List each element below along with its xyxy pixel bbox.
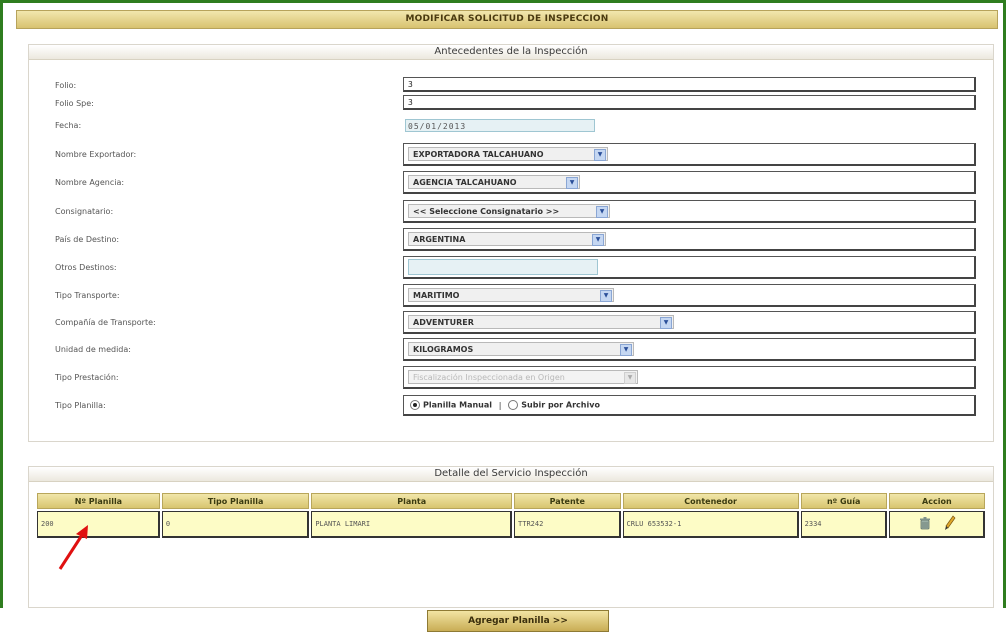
tipo-transporte-label: Tipo Transporte: [55,291,120,300]
fecha-input[interactable]: 05/01/2013 [405,119,595,132]
chevron-down-icon[interactable]: ▼ [596,206,608,218]
cell-accion [888,511,985,538]
chevron-down-icon[interactable]: ▼ [660,317,672,329]
table-row: 200 0 PLANTA LIMARI TTR242 CRLU 653532-1… [37,511,985,538]
compania-transporte-select[interactable]: ADVENTURER ▼ [408,315,674,329]
folio-field[interactable]: 3 [403,77,976,92]
cell-planta: PLANTA LIMARI [311,511,513,538]
col-header: Planta [311,493,513,509]
unidad-medida-select[interactable]: KILOGRAMOS ▼ [408,342,634,356]
subir-archivo-label[interactable]: Subir por Archivo [521,401,600,410]
cell-guia: 2334 [800,511,887,538]
chevron-down-icon[interactable]: ▼ [592,234,604,246]
otros-destinos-label: Otros Destinos: [55,263,117,272]
pais-destino-label: País de Destino: [55,235,120,244]
exportador-select[interactable]: EXPORTADORA TALCAHUANO ▼ [408,147,608,161]
tipo-prestacion-label: Tipo Prestación: [55,373,119,382]
tipo-prestacion-selected: Fiscalización Inspeccionada en Origen [413,373,565,382]
agencia-box: AGENCIA TALCAHUANO ▼ [403,171,976,194]
consignatario-selected: << Seleccione Consignatario >> [413,207,560,216]
otros-destinos-input[interactable] [408,259,598,275]
detalle-section: Detalle del Servicio Inspección Nº Plani… [28,466,994,632]
detalle-header: Detalle del Servicio Inspección [29,467,993,482]
col-header: Nº Planilla [37,493,160,509]
tipo-prestacion-box: Fiscalización Inspeccionada en Origen ▼ [403,366,976,389]
compania-transporte-box: ADVENTURER ▼ [403,311,976,334]
cell-contenedor: CRLU 653532-1 [622,511,799,538]
unidad-medida-selected: KILOGRAMOS [413,345,474,354]
consignatario-select[interactable]: << Seleccione Consignatario >> ▼ [408,204,610,218]
col-header: Tipo Planilla [161,493,310,509]
cell-patente: TTR242 [514,511,621,538]
table-header-row: Nº Planilla Tipo Planilla Planta Patente… [37,493,985,509]
agencia-select[interactable]: AGENCIA TALCAHUANO ▼ [408,175,580,189]
exportador-selected: EXPORTADORA TALCAHUANO [413,150,544,159]
folio-value: 3 [408,80,413,89]
consignatario-label: Consignatario: [55,207,114,216]
agencia-label: Nombre Agencia: [55,178,125,187]
cell-tipo: 0 [161,511,310,538]
tipo-planilla-radio-group: Planilla Manual | Subir por Archivo [410,400,600,410]
tipo-transporte-selected: MARITIMO [413,291,460,300]
chevron-down-icon: ▼ [624,372,636,384]
radio-separator: | [498,400,502,410]
planilla-manual-label[interactable]: Planilla Manual [423,401,492,410]
fecha-label: Fecha: [55,121,82,130]
chevron-down-icon[interactable]: ▼ [620,344,632,356]
tipo-prestacion-select: Fiscalización Inspeccionada en Origen ▼ [408,370,638,384]
pais-destino-select[interactable]: ARGENTINA ▼ [408,232,606,246]
antecedentes-header: Antecedentes de la Inspección [29,45,993,60]
col-header: Accion [888,493,985,509]
agencia-selected: AGENCIA TALCAHUANO [413,178,517,187]
trash-icon[interactable] [918,516,932,532]
folio-spec-label: Folio Spe: [55,99,94,108]
folio-spec-field[interactable]: 3 [403,95,976,110]
pencil-icon[interactable] [944,515,956,533]
unidad-medida-label: Unidad de medida: [55,345,131,354]
compania-transporte-label: Compañía de Transporte: [55,318,156,327]
chevron-down-icon[interactable]: ▼ [566,177,578,189]
col-header: nº Guía [800,493,887,509]
col-header: Patente [514,493,621,509]
agregar-planilla-button[interactable]: Agregar Planilla >> [427,610,609,632]
planilla-manual-radio[interactable] [410,400,420,410]
chevron-down-icon[interactable]: ▼ [594,149,606,161]
folio-label: Folio: [55,81,77,90]
tipo-planilla-label: Tipo Planilla: [55,401,106,410]
folio-spec-value: 3 [408,98,413,107]
consignatario-box: << Seleccione Consignatario >> ▼ [403,200,976,223]
tipo-planilla-box: Planilla Manual | Subir por Archivo [403,395,976,416]
detalle-table: Nº Planilla Tipo Planilla Planta Patente… [35,491,987,540]
red-arrow-icon [58,525,88,570]
col-header: Contenedor [622,493,799,509]
compania-transporte-selected: ADVENTURER [413,318,474,327]
otros-destinos-box [403,256,976,279]
unidad-medida-box: KILOGRAMOS ▼ [403,338,976,361]
pais-destino-box: ARGENTINA ▼ [403,228,976,251]
tipo-transporte-select[interactable]: MARITIMO ▼ [408,288,614,302]
exportador-box: EXPORTADORA TALCAHUANO ▼ [403,143,976,166]
chevron-down-icon[interactable]: ▼ [600,290,612,302]
exportador-label: Nombre Exportador: [55,150,137,159]
pais-destino-selected: ARGENTINA [413,235,466,244]
page-title: MODIFICAR SOLICITUD DE INSPECCION [16,10,998,29]
antecedentes-section: Antecedentes de la Inspección Folio: 3 F… [28,44,994,442]
subir-archivo-radio[interactable] [508,400,519,410]
tipo-transporte-box: MARITIMO ▼ [403,284,976,307]
